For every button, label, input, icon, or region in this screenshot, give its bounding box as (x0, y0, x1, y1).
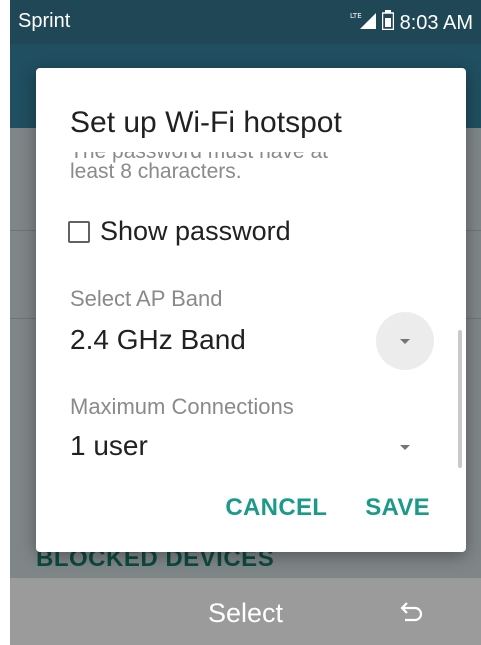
battery-icon (381, 10, 394, 36)
show-password-toggle[interactable]: Show password (68, 216, 291, 247)
max-connections-value[interactable]: 1 user (70, 430, 148, 462)
status-bar: Sprint LTE 8:03 AM (10, 0, 481, 44)
signal-icon: LTE (350, 11, 376, 35)
hotspot-setup-dialog: Set up Wi-Fi hotspot The password must h… (36, 68, 466, 552)
cancel-button[interactable]: CANCEL (225, 494, 327, 522)
dialog-title: Set up Wi-Fi hotspot (70, 106, 352, 140)
carrier-name: Sprint (18, 10, 71, 32)
password-hint: least 8 characters. (70, 160, 242, 183)
chevron-down-icon (400, 338, 410, 344)
chevron-down-icon (400, 444, 410, 450)
ap-band-label: Select AP Band (70, 286, 223, 311)
ap-band-dropdown[interactable] (376, 312, 434, 370)
dialog-scrollbar[interactable] (458, 330, 462, 468)
dialog-actions: CANCEL SAVE (225, 494, 430, 522)
show-password-checkbox[interactable] (68, 220, 90, 243)
status-indicators: LTE 8:03 AM (350, 10, 473, 36)
back-icon[interactable] (399, 598, 425, 631)
show-password-label: Show password (100, 216, 291, 246)
softkey-bar: Select (10, 578, 481, 645)
save-button[interactable]: SAVE (365, 494, 430, 522)
max-connections-dropdown[interactable] (376, 418, 434, 476)
clock: 8:03 AM (399, 11, 473, 34)
max-connections-label: Maximum Connections (70, 394, 294, 419)
lte-badge: LTE (350, 12, 362, 20)
ap-band-value[interactable]: 2.4 GHz Band (70, 324, 246, 356)
